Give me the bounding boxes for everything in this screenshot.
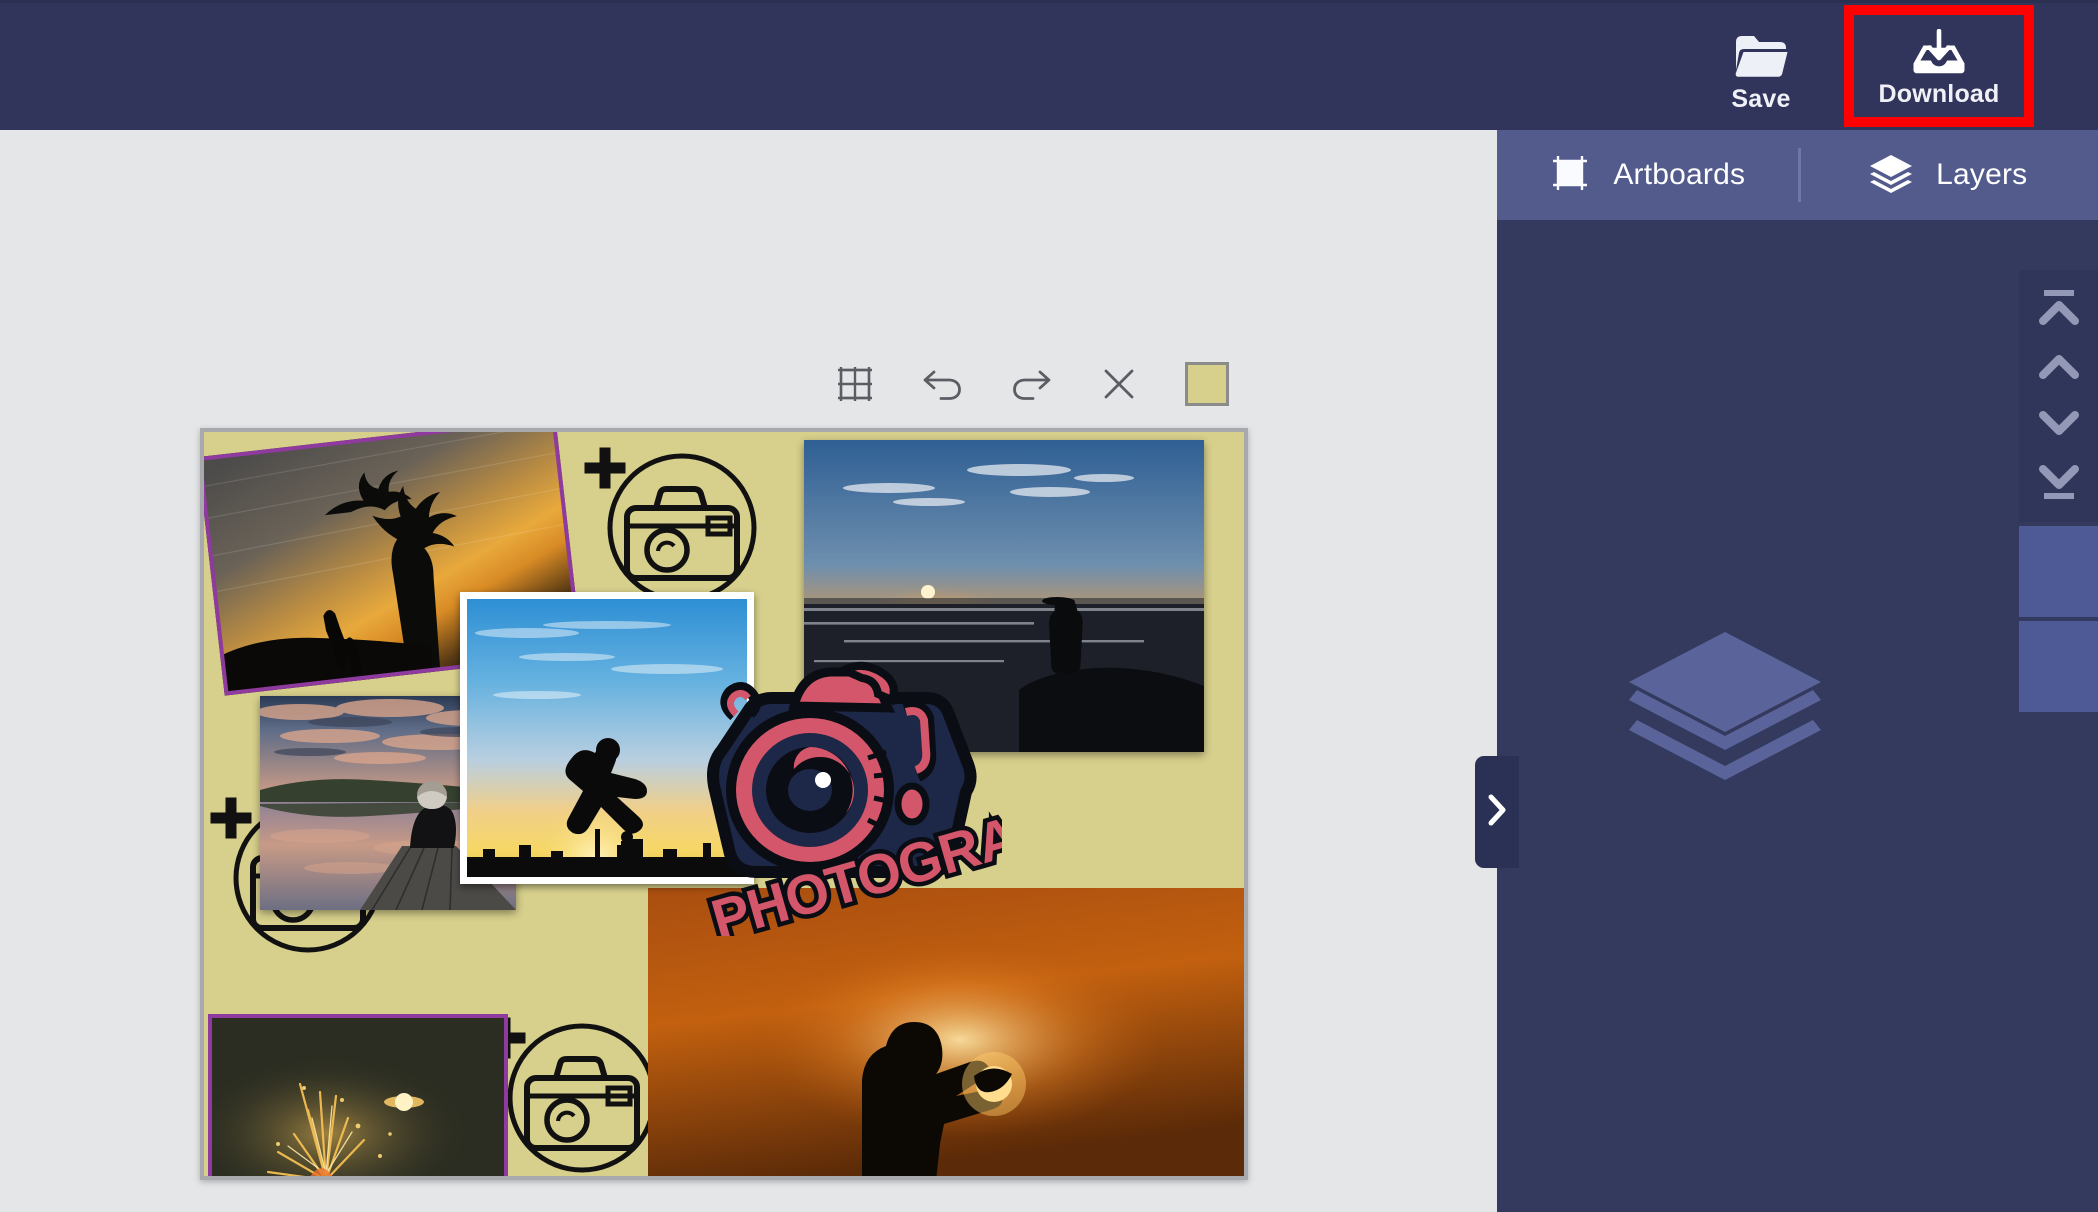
download-icon [1911,26,1967,78]
artboard[interactable]: PHOTOGRAPHY [200,428,1248,1180]
move-down-button[interactable] [2028,400,2090,448]
save-button-label: Save [1731,84,1791,113]
folder-icon [1733,29,1789,81]
right-panel: Artboards Layers [1497,130,2098,1212]
move-to-back-button[interactable] [2028,458,2090,506]
undo-icon[interactable] [921,362,965,406]
panel-tabs: Artboards Layers [1497,130,2098,220]
tab-layers-label: Layers [1936,158,2028,191]
layer-order-rail [2019,270,2098,712]
canvas-area[interactable]: PHOTOGRAPHY [0,130,1497,1212]
download-button[interactable]: Download [1854,15,2024,117]
move-to-front-button[interactable] [2028,284,2090,332]
close-icon[interactable] [1097,362,1141,406]
panel-collapse-toggle[interactable] [1475,756,1519,868]
app-header: Save Download [0,0,2098,130]
download-highlight-box: Download [1844,5,2034,127]
layer-order-buttons [2019,270,2098,522]
tab-artboards[interactable]: Artboards [1497,130,1798,220]
layers-panel-body[interactable] [1497,220,2098,1212]
header-actions: Save Download [1696,3,2098,133]
layer-thumb-block[interactable] [2019,617,2098,712]
artboard-icon [1549,152,1591,199]
move-up-button[interactable] [2028,342,2090,390]
redo-icon[interactable] [1009,362,1053,406]
grid-layout-icon[interactable] [833,362,877,406]
save-button[interactable]: Save [1696,9,1826,131]
layer-thumb-block[interactable] [2019,522,2098,617]
download-button-label: Download [1878,79,2000,108]
tab-artboards-label: Artboards [1613,158,1746,191]
collage: PHOTOGRAPHY [204,432,1244,1176]
layers-empty-watermark-icon [1625,628,1825,795]
chevron-right-icon [1485,792,1509,833]
layers-icon [1868,152,1914,199]
photography-camera-sticker[interactable]: PHOTOGRAPHY [690,646,1137,956]
photo-sparks-fire-night[interactable] [208,1014,508,1176]
tab-layers[interactable]: Layers [1797,130,2098,220]
editor-toolbar [833,362,1229,406]
background-color-swatch[interactable] [1185,362,1229,406]
